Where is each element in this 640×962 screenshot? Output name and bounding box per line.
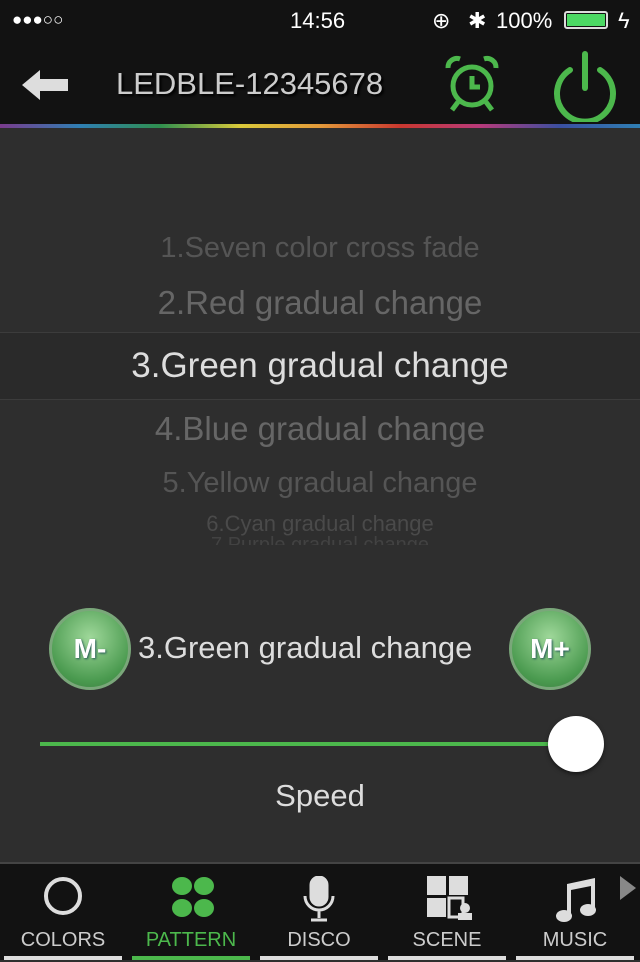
- mode-minus-button[interactable]: M-: [49, 608, 131, 690]
- pattern-picker[interactable]: 1.Seven color cross fade 2.Red gradual c…: [0, 200, 640, 545]
- picker-item[interactable]: 7.Purple gradual change: [0, 534, 640, 545]
- music-note-icon: [556, 878, 596, 922]
- speed-label: Speed: [275, 778, 365, 813]
- circle-icon: [44, 877, 82, 915]
- signal-strength: ●●●○○: [12, 10, 64, 29]
- tab-scene[interactable]: SCENE: [388, 864, 506, 962]
- back-arrow-icon[interactable]: [22, 70, 68, 100]
- rotation-lock-icon: ⊕: [432, 8, 451, 33]
- bluetooth-icon: ✱: [468, 8, 487, 33]
- picker-item[interactable]: 2.Red gradual change: [0, 284, 640, 322]
- slider-track: [40, 742, 600, 746]
- tab-label: PATTERN: [145, 929, 237, 951]
- tab-disco[interactable]: DISCO: [260, 864, 378, 962]
- tab-music[interactable]: MUSIC: [516, 864, 634, 962]
- pattern-dots-icon: [172, 877, 214, 917]
- power-icon[interactable]: [552, 48, 618, 122]
- picker-item-selected[interactable]: 3.Green gradual change: [0, 346, 640, 386]
- scroll-right-arrow-icon[interactable]: [620, 876, 636, 900]
- header: LEDBLE-12345678: [0, 40, 640, 126]
- status-bar: ●●●○○ 14:56 ⊕ ✱ 100% ϟ: [0, 0, 640, 40]
- scene-grid-icon: [427, 876, 472, 920]
- charging-icon: ϟ: [618, 8, 630, 33]
- picker-item[interactable]: 1.Seven color cross fade: [0, 232, 640, 265]
- slider-thumb[interactable]: [548, 716, 604, 772]
- tab-label: DISCO: [287, 929, 351, 951]
- clock: 14:56: [290, 8, 346, 33]
- alarm-clock-icon[interactable]: [442, 54, 502, 114]
- microphone-icon: [303, 876, 335, 922]
- tab-label: MUSIC: [542, 929, 608, 951]
- tab-pattern[interactable]: PATTERN: [132, 864, 250, 962]
- tab-bar: COLORS PATTERN DISCO SCENE MUSIC: [0, 862, 640, 960]
- rainbow-divider: [0, 124, 640, 128]
- current-mode-label: 3.Green gradual change: [138, 630, 473, 665]
- tab-colors[interactable]: COLORS: [4, 864, 122, 962]
- battery-percent: 100%: [496, 8, 553, 33]
- picker-item[interactable]: 5.Yellow gradual change: [0, 467, 640, 500]
- device-title: LEDBLE-12345678: [116, 66, 384, 101]
- picker-item[interactable]: 4.Blue gradual change: [0, 410, 640, 448]
- speed-slider[interactable]: [40, 716, 604, 772]
- mode-plus-button[interactable]: M+: [509, 608, 591, 690]
- battery-icon: [564, 11, 608, 29]
- tab-label: SCENE: [412, 929, 482, 951]
- tab-label: COLORS: [20, 929, 106, 951]
